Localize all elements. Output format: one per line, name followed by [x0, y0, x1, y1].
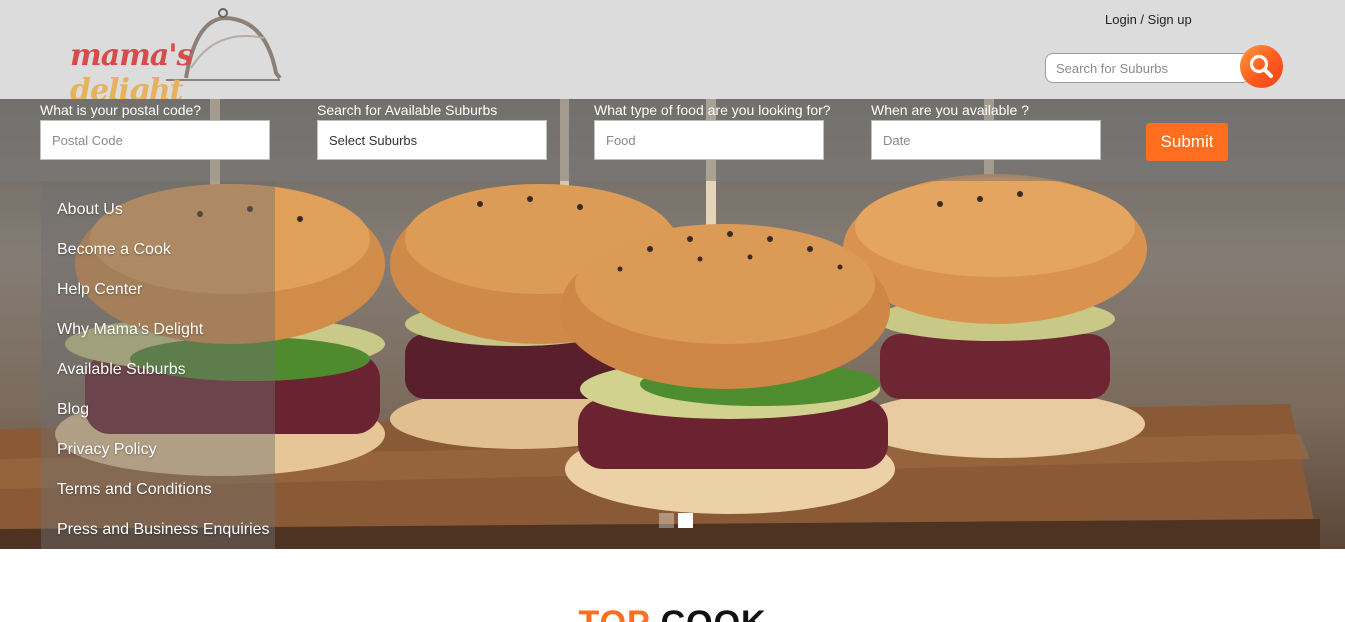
hero-banner: What is your postal code? Search for Ava… [0, 99, 1345, 549]
menu-item-privacy-policy[interactable]: Privacy Policy [41, 440, 275, 480]
section-title-part1: TOP [578, 604, 650, 622]
suburbs-select-value: Select Suburbs [329, 132, 418, 148]
suburb-search-input[interactable] [1045, 53, 1250, 83]
date-group: When are you available ? [871, 102, 1101, 160]
section-title: TOP COOK [0, 604, 1345, 622]
side-menu: About Us Become a Cook Help Center Why M… [41, 181, 275, 549]
logo-word-1: mama's [70, 38, 193, 73]
carousel-indicators [659, 513, 693, 528]
suburbs-label: Search for Available Suburbs [317, 102, 498, 118]
postal-code-label: What is your postal code? [40, 102, 202, 118]
site-header: mama's delight Login / Sign up [0, 0, 1345, 108]
menu-item-why-mamas-delight[interactable]: Why Mama's Delight [41, 320, 275, 360]
menu-item-terms-and-conditions[interactable]: Terms and Conditions [41, 480, 275, 520]
section-title-part2: COOK [661, 604, 767, 622]
menu-item-become-a-cook[interactable]: Become a Cook [41, 240, 275, 280]
menu-item-press-and-business-enquiries[interactable]: Press and Business Enquiries [41, 520, 275, 549]
menu-item-blog[interactable]: Blog [41, 400, 275, 440]
food-label: What type of food are you looking for? [594, 102, 831, 118]
menu-item-available-suburbs[interactable]: Available Suburbs [41, 360, 275, 400]
carousel-dot-1[interactable] [659, 513, 674, 528]
food-input[interactable] [594, 120, 824, 160]
suburbs-select[interactable]: Select Suburbs [317, 120, 547, 160]
food-group: What type of food are you looking for? [594, 102, 831, 160]
logo-text: mama's delight [70, 38, 286, 108]
search-form-bar: What is your postal code? Search for Ava… [0, 99, 1345, 181]
postal-code-group: What is your postal code? [40, 102, 270, 160]
submit-button[interactable]: Submit [1146, 123, 1228, 161]
suburbs-group: Search for Available Suburbs Select Subu… [317, 102, 547, 160]
date-input[interactable] [871, 120, 1101, 160]
search-icon [1249, 54, 1273, 78]
menu-item-about-us[interactable]: About Us [41, 200, 275, 240]
menu-item-help-center[interactable]: Help Center [41, 280, 275, 320]
login-signup-link[interactable]: Login / Sign up [1105, 12, 1192, 27]
date-label: When are you available ? [871, 102, 1029, 118]
search-button[interactable] [1240, 45, 1283, 88]
logo[interactable]: mama's delight [66, 8, 286, 108]
postal-code-input[interactable] [40, 120, 270, 160]
carousel-dot-2[interactable] [678, 513, 693, 528]
